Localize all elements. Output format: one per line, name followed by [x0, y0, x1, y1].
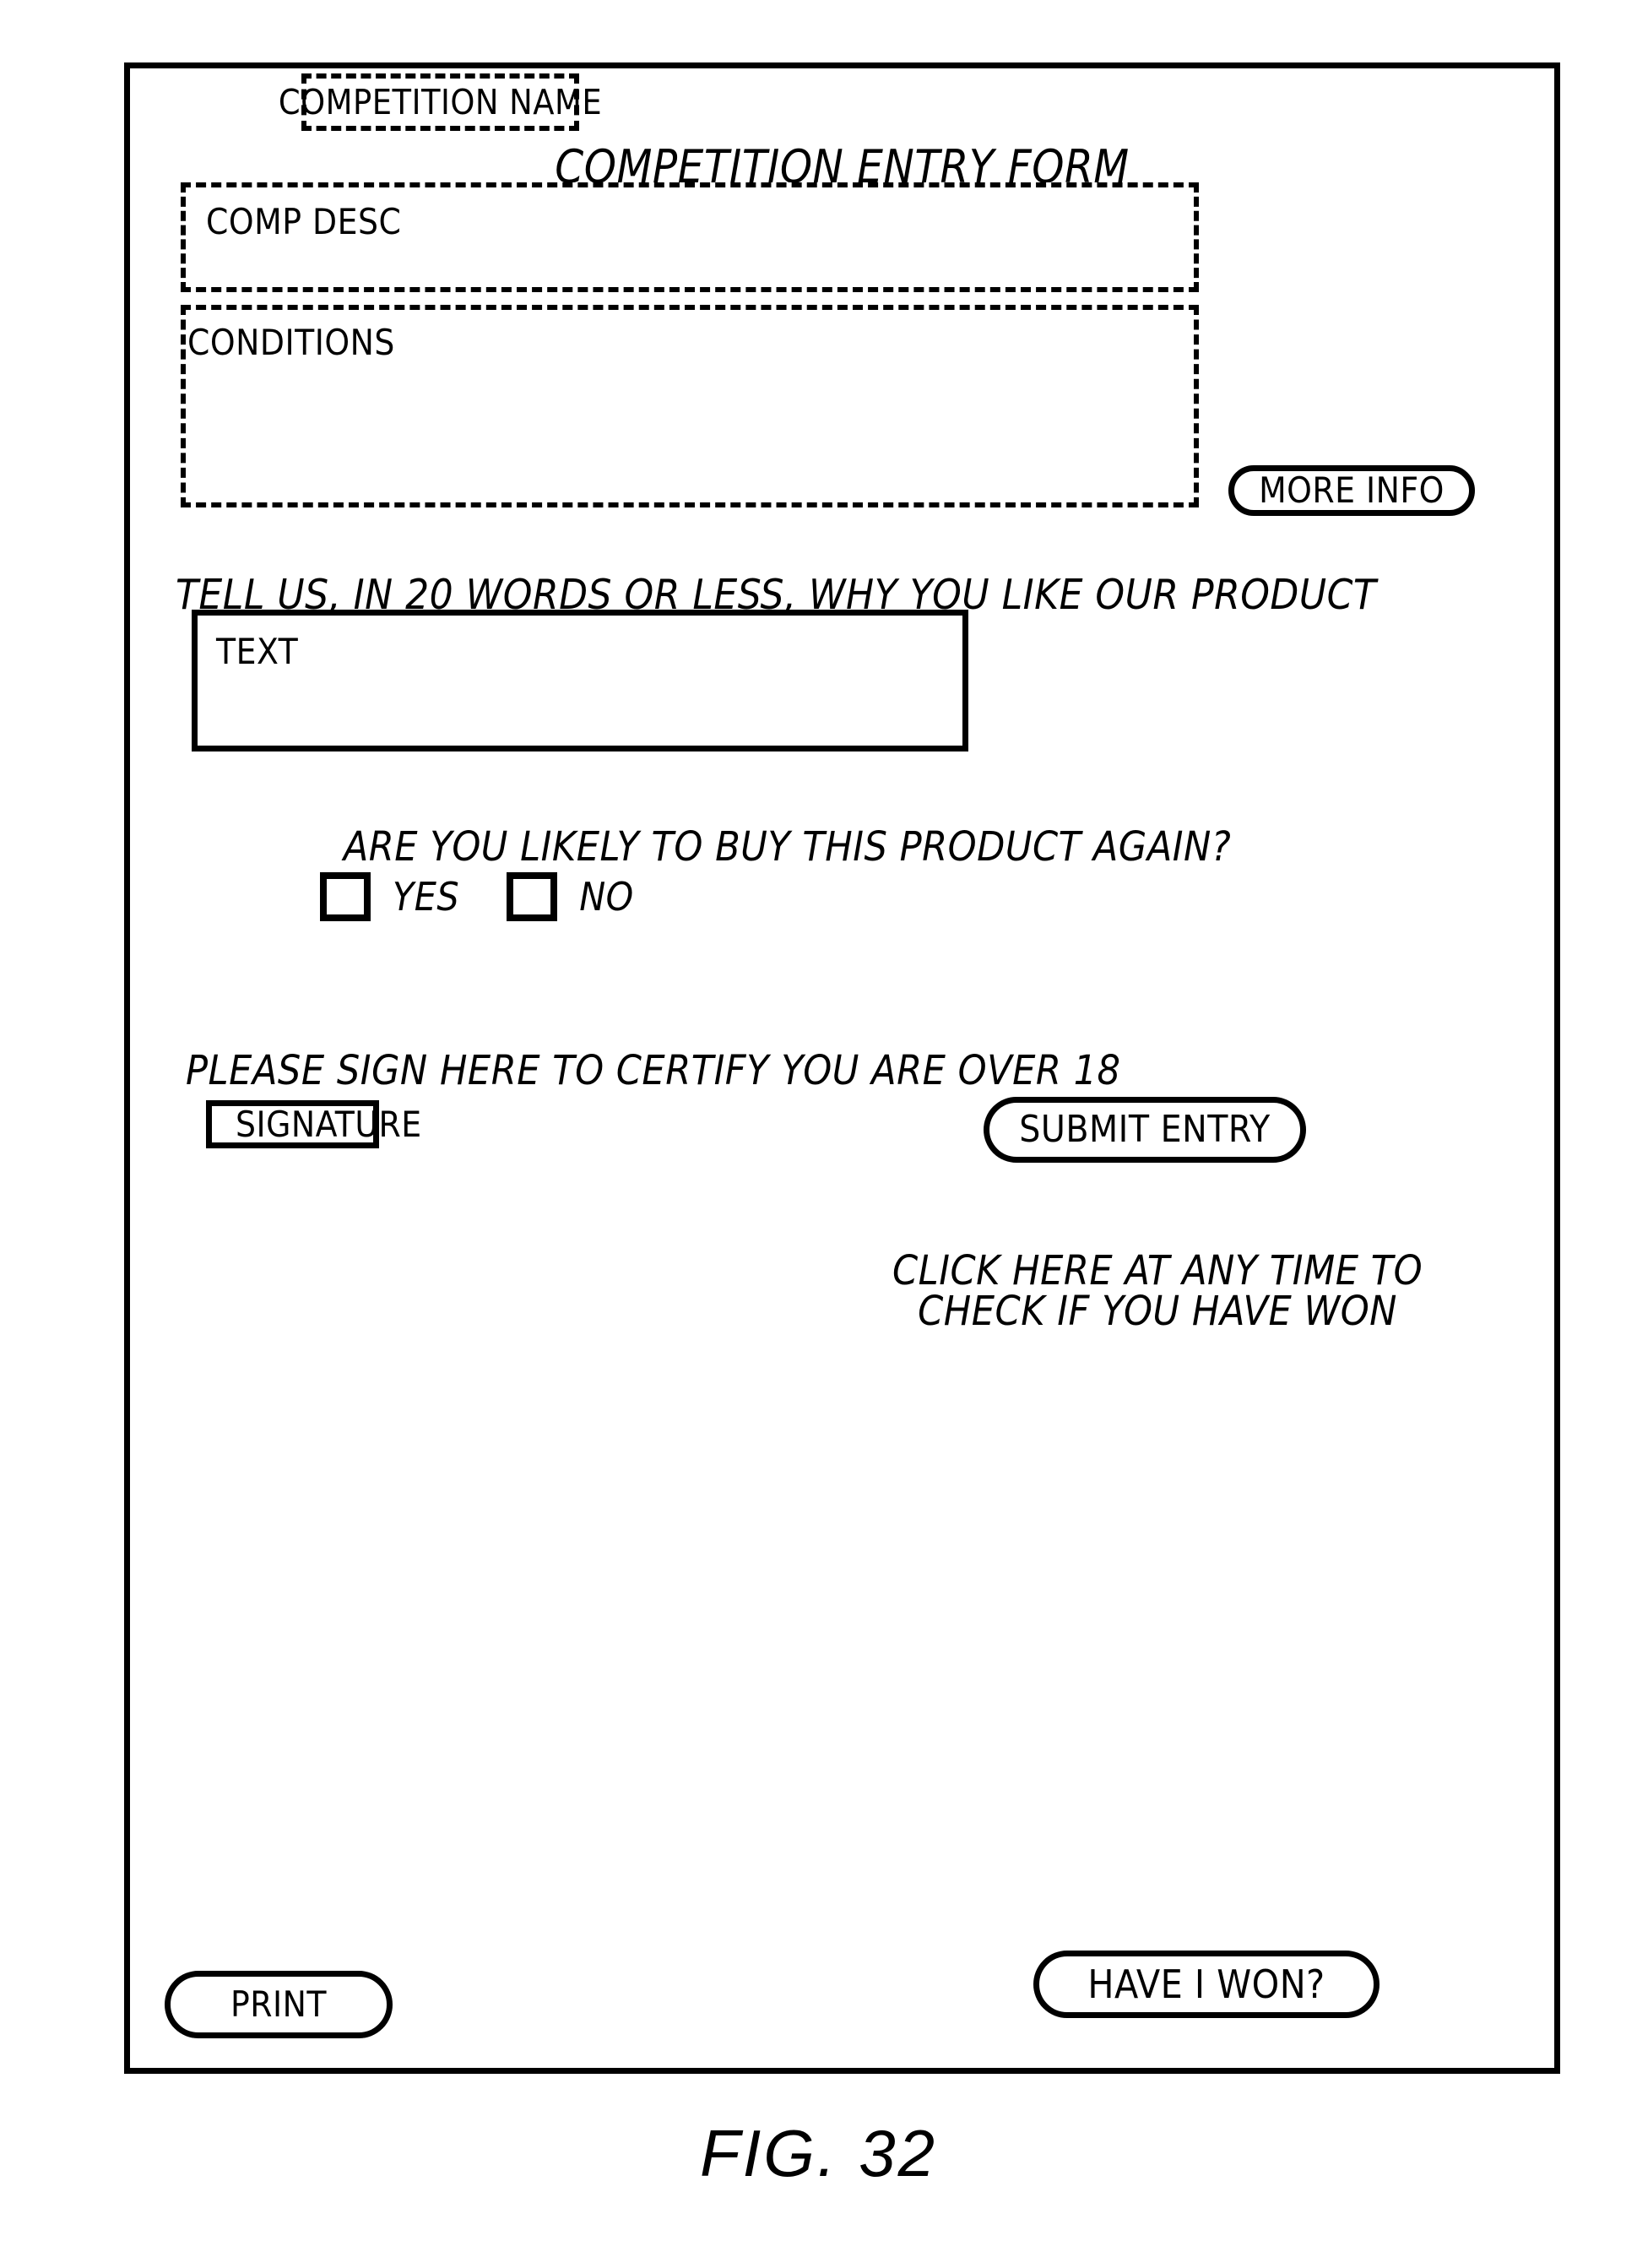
submit-entry-button[interactable]: SUBMIT ENTRY [984, 1097, 1306, 1163]
competition-description-label: COMP DESC [206, 201, 402, 242]
signature-label: SIGNATURE [236, 1103, 422, 1145]
conditions-field[interactable]: CONDITIONS [181, 305, 1199, 507]
checkbox-no-label: NO [579, 874, 634, 920]
check-result-hint-line-1: CLICK HERE AT ANY TIME TO [892, 1247, 1423, 1294]
signature-instruction: PLEASE SIGN HERE TO CERTIFY YOU ARE OVER… [186, 1047, 1121, 1094]
competition-name-field[interactable]: COMPETITION NAME [279, 73, 602, 131]
answer-text-label: TEXT [216, 631, 299, 672]
check-result-hint-line-2: CHECK IF YOU HAVE WON [918, 1288, 1397, 1335]
competition-description-field[interactable]: COMP DESC [181, 182, 1199, 292]
more-info-button[interactable]: MORE INFO [1228, 465, 1475, 516]
have-i-won-button[interactable]: HAVE I WON? [1033, 1951, 1380, 2018]
competition-entry-form-frame: COMPETITION NAME COMPETITION ENTRY FORM … [124, 62, 1560, 2074]
check-result-hint: CLICK HERE AT ANY TIME TO CHECK IF YOU H… [892, 1251, 1423, 1332]
checkbox-yes-label: YES [393, 874, 460, 920]
figure-caption: FIG. 32 [699, 2116, 938, 2190]
checkbox-no[interactable] [507, 872, 558, 921]
competition-name-label: COMPETITION NAME [278, 81, 603, 122]
signature-input[interactable]: SIGNATURE [206, 1100, 421, 1148]
conditions-label: CONDITIONS [187, 322, 395, 363]
answer-text-input[interactable]: TEXT [192, 610, 968, 751]
buy-again-question: ARE YOU LIKELY TO BUY THIS PRODUCT AGAIN… [343, 823, 1232, 871]
checkbox-yes[interactable] [320, 872, 371, 921]
buy-again-options: YES NO [320, 872, 681, 921]
print-button[interactable]: PRINT [165, 1971, 393, 2038]
